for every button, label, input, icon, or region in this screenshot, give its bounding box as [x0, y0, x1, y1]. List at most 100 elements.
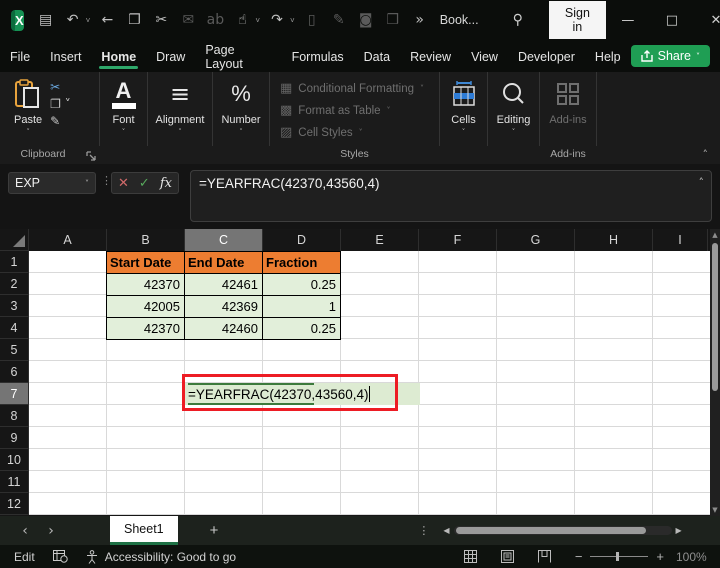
sign-in-button[interactable]: Sign in — [549, 1, 606, 39]
scroll-left-icon[interactable]: ◀ — [443, 526, 449, 535]
editing-button[interactable]: Editing ˅ — [497, 78, 531, 136]
row-header-12[interactable]: 12 — [0, 493, 29, 515]
chevron-down-icon[interactable]: ˅ — [290, 16, 295, 25]
horizontal-scroll-thumb[interactable] — [456, 527, 646, 534]
number-button[interactable]: % Number ˅ — [221, 78, 260, 136]
touch-mode-icon[interactable]: ☝ — [232, 12, 252, 28]
insert-function-icon[interactable]: fx — [160, 176, 172, 191]
paste-button[interactable]: Paste ˅ — [14, 78, 42, 136]
copy-icon[interactable]: ❐ — [124, 12, 144, 28]
zoom-slider[interactable] — [590, 556, 648, 557]
search-icon[interactable]: ⚲ — [513, 12, 523, 28]
table-header-cell[interactable]: End Date — [185, 252, 263, 274]
cancel-entry-icon[interactable]: ✕ — [118, 176, 129, 191]
column-header-a[interactable]: A — [29, 229, 107, 251]
collapse-formula-bar-icon[interactable]: ˄ — [699, 176, 705, 189]
column-header-d[interactable]: D — [263, 229, 341, 251]
normal-view-icon[interactable] — [464, 550, 477, 563]
accessibility-status[interactable]: Accessibility: Good to go — [105, 550, 236, 564]
zoom-slider-thumb[interactable] — [616, 552, 619, 561]
format-painter-button[interactable]: ✎ — [50, 114, 71, 128]
cell-mode-indicator[interactable]: Edit — [14, 550, 35, 564]
table-cell[interactable]: 1 — [263, 296, 341, 318]
table-header-cell[interactable]: Fraction — [263, 252, 341, 274]
conditional-formatting-button[interactable]: ▦Conditional Formatting˅ — [280, 81, 439, 96]
vertical-scroll-thumb[interactable] — [712, 243, 718, 391]
cut-button[interactable]: ✂ — [50, 80, 71, 94]
column-header-i[interactable]: I — [653, 229, 708, 251]
row-header-9[interactable]: 9 — [0, 427, 29, 449]
add-sheet-button[interactable]: + — [210, 522, 219, 539]
column-header-b[interactable]: B — [107, 229, 185, 251]
tab-page-layout[interactable]: Page Layout — [195, 35, 281, 77]
zoom-level[interactable]: 100% — [676, 550, 710, 564]
row-header-2[interactable]: 2 — [0, 273, 29, 295]
table-header-cell[interactable]: Start Date — [107, 252, 185, 274]
close-button[interactable]: ✕ — [694, 0, 720, 40]
zoom-out-button[interactable]: − — [575, 549, 583, 564]
table-cell[interactable]: 42005 — [107, 296, 185, 318]
table-cell[interactable]: 42369 — [185, 296, 263, 318]
table-cell[interactable]: 0.25 — [263, 318, 341, 340]
column-header-h[interactable]: H — [575, 229, 653, 251]
back-arrow-icon[interactable]: ← — [97, 12, 117, 28]
column-header-c[interactable]: C — [185, 229, 263, 251]
tab-help[interactable]: Help — [585, 42, 631, 70]
table-cell[interactable]: 42370 — [107, 318, 185, 340]
tab-data[interactable]: Data — [354, 42, 400, 70]
zoom-in-button[interactable]: + — [656, 549, 664, 564]
row-header-1[interactable]: 1 — [0, 251, 29, 273]
page-break-view-icon[interactable] — [538, 550, 551, 563]
column-header-g[interactable]: G — [497, 229, 575, 251]
horizontal-scrollbar[interactable] — [454, 526, 672, 535]
tab-developer[interactable]: Developer — [508, 42, 585, 70]
scroll-down-icon[interactable]: ▼ — [710, 506, 720, 514]
cells-area[interactable]: Start DateEnd DateFraction 42370424610.2… — [29, 251, 710, 515]
tab-review[interactable]: Review — [400, 42, 461, 70]
page-layout-view-icon[interactable] — [501, 550, 514, 563]
maximize-button[interactable]: □ — [650, 0, 694, 40]
cell-styles-button[interactable]: ▨Cell Styles˅ — [280, 125, 439, 140]
undo-icon[interactable]: ↶ — [63, 12, 83, 28]
redo-icon[interactable]: ↷ — [267, 12, 287, 28]
format-as-table-button[interactable]: ▩Format as Table˅ — [280, 103, 439, 118]
row-header-7[interactable]: 7 — [0, 383, 29, 405]
table-cell[interactable]: 42370 — [107, 274, 185, 296]
column-header-f[interactable]: F — [419, 229, 497, 251]
sheet-tab-sheet1[interactable]: Sheet1 — [110, 516, 178, 545]
next-sheet-icon[interactable]: › — [38, 523, 64, 539]
prev-sheet-icon[interactable]: ‹ — [12, 523, 38, 539]
tab-draw[interactable]: Draw — [146, 42, 195, 70]
qat-overflow-icon[interactable]: » — [410, 12, 430, 28]
scroll-right-icon[interactable]: ▶ — [676, 526, 682, 535]
font-button[interactable]: A Font ˅ — [112, 78, 136, 136]
row-header-4[interactable]: 4 — [0, 317, 29, 339]
row-header-5[interactable]: 5 — [0, 339, 29, 361]
table-cell[interactable]: 0.25 — [263, 274, 341, 296]
accessibility-icon[interactable] — [86, 550, 99, 564]
collapse-ribbon-icon[interactable]: ˄ — [703, 148, 709, 161]
tab-view[interactable]: View — [461, 42, 508, 70]
addins-button[interactable]: Add-ins — [549, 78, 586, 126]
alignment-button[interactable]: ≡ Alignment ˅ — [156, 78, 205, 136]
table-cell[interactable]: 42460 — [185, 318, 263, 340]
copy-button[interactable]: ❐ ˅ — [50, 97, 71, 111]
cut-icon[interactable]: ✂ — [151, 12, 171, 28]
sheetbar-dots[interactable]: ⋮ — [418, 524, 429, 537]
chevron-down-icon[interactable]: ˅ — [86, 16, 91, 25]
row-header-8[interactable]: 8 — [0, 405, 29, 427]
excel-logo-icon[interactable]: X — [11, 10, 24, 31]
confirm-entry-icon[interactable]: ✓ — [139, 176, 150, 191]
select-all-corner[interactable] — [0, 229, 29, 251]
vertical-scrollbar[interactable]: ▲ ▼ — [710, 229, 720, 516]
macro-record-icon[interactable] — [53, 550, 68, 563]
row-header-10[interactable]: 10 — [0, 449, 29, 471]
scroll-up-icon[interactable]: ▲ — [710, 231, 720, 239]
minimize-button[interactable]: — — [606, 0, 650, 40]
cells-button[interactable]: Cells ˅ — [451, 78, 477, 136]
active-cell-edit[interactable]: =YEARFRAC(42370,43560,4) — [185, 383, 420, 405]
row-header-3[interactable]: 3 — [0, 295, 29, 317]
tab-formulas[interactable]: Formulas — [282, 42, 354, 70]
share-button[interactable]: Share˅ — [631, 45, 710, 67]
row-header-11[interactable]: 11 — [0, 471, 29, 493]
